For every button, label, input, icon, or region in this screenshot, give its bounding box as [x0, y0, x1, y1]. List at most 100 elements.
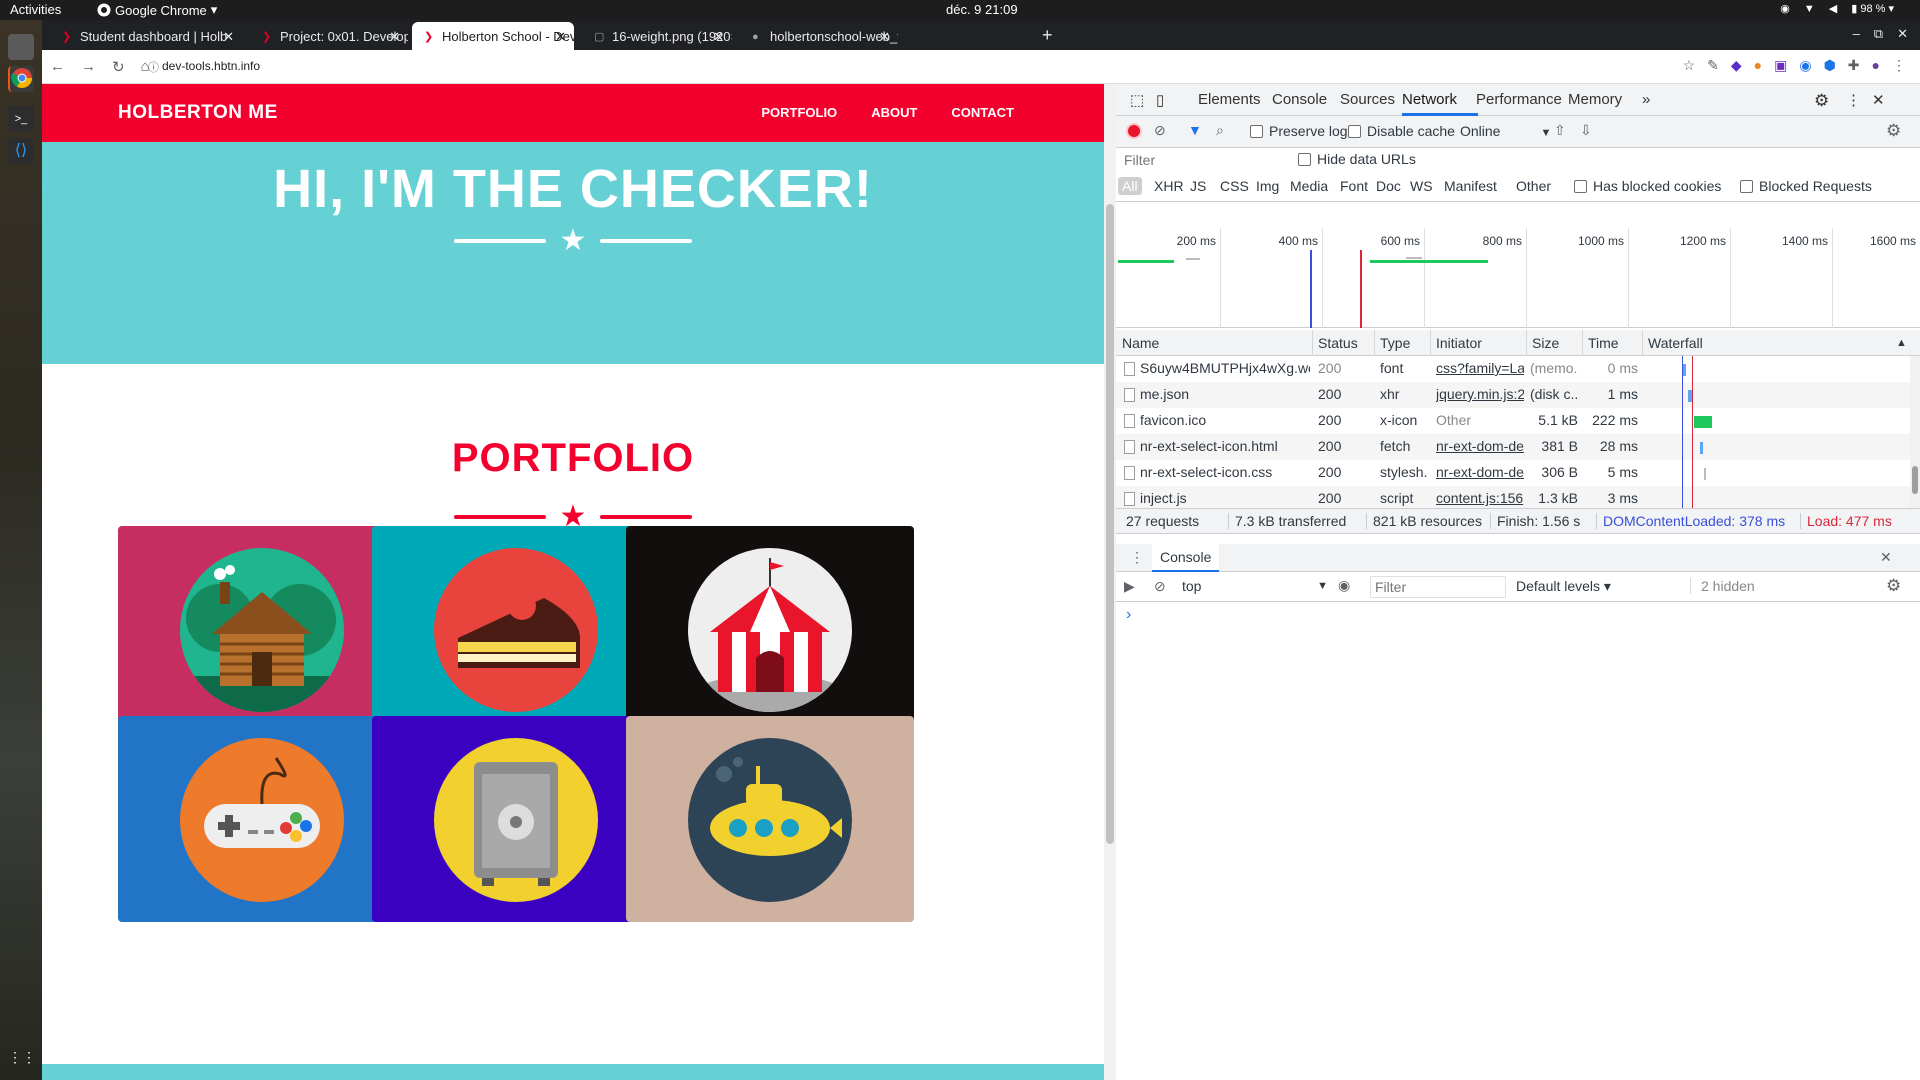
tab-elements[interactable]: Elements [1198, 91, 1261, 108]
close-drawer-icon[interactable]: ✕ [1880, 549, 1892, 566]
close-icon[interactable]: ✕ [879, 29, 890, 45]
close-window-icon[interactable]: ✕ [1897, 26, 1908, 42]
menu-contact[interactable]: CONTACT [951, 105, 1014, 120]
tab-network[interactable]: Network [1402, 91, 1457, 108]
tab-console[interactable]: Console [1272, 91, 1327, 108]
type-filter-other[interactable]: Other [1516, 178, 1551, 194]
tab-performance[interactable]: Performance [1476, 91, 1562, 108]
browser-tab[interactable]: ❯Project: 0x01. Developer t✕ [250, 22, 408, 50]
forward-icon[interactable]: → [81, 58, 96, 76]
close-icon[interactable]: ✕ [713, 29, 724, 45]
cell-initiator[interactable]: Other [1436, 412, 1524, 428]
device-toolbar-icon[interactable]: ▯ [1156, 91, 1164, 109]
sidebar-toggle-icon[interactable]: ▶ [1124, 578, 1135, 595]
tab-sources[interactable]: Sources [1340, 91, 1395, 108]
table-row[interactable]: S6uyw4BMUTPHjx4wXg.woff2 200 font css?famil… [1116, 356, 1910, 382]
drawer-menu-icon[interactable]: ⋮ [1130, 549, 1144, 566]
system-tray[interactable]: ◉ ▼ ◀ ▮ 98 % ▾ [1780, 2, 1894, 16]
column-header-size[interactable]: Size [1532, 335, 1559, 351]
app-menu[interactable]: Google Chrome ▾ [97, 2, 217, 18]
table-row[interactable]: nr-ext-select-icon.html 200 fetch nr-ext-do… [1116, 434, 1910, 460]
portfolio-card[interactable] [372, 526, 660, 732]
menu-about[interactable]: ABOUT [871, 105, 917, 120]
filter-icon[interactable]: ▼ [1188, 122, 1202, 138]
sort-ascending-icon[interactable]: ▲ [1896, 337, 1907, 349]
back-icon[interactable]: ← [50, 58, 65, 76]
column-header-time[interactable]: Time [1588, 335, 1619, 351]
chrome-dock-icon[interactable] [8, 66, 34, 92]
column-header-waterfall[interactable]: Waterfall [1648, 335, 1703, 351]
table-scrollbar[interactable] [1910, 356, 1920, 508]
vscode-icon[interactable]: ⟨⟩ [8, 138, 34, 164]
import-har-icon[interactable]: ⇧ [1554, 122, 1566, 139]
site-brand[interactable]: HOLBERTON ME [118, 102, 278, 124]
more-tabs-icon[interactable]: » [1642, 91, 1650, 108]
close-icon[interactable]: ✕ [1872, 91, 1885, 109]
extension-icon[interactable]: ▣ [1774, 57, 1787, 74]
column-header-initiator[interactable]: Initiator [1436, 335, 1482, 351]
type-filter-font[interactable]: Font [1340, 178, 1368, 194]
console-settings-icon[interactable]: ⚙ [1886, 576, 1901, 596]
blocked-requests-checkbox[interactable]: Blocked Requests [1740, 178, 1872, 194]
close-icon[interactable]: ✕ [223, 29, 234, 45]
info-icon[interactable]: ⓘ [148, 59, 159, 75]
has-blocked-cookies-checkbox[interactable]: Has blocked cookies [1574, 178, 1721, 194]
browser-tab[interactable]: ❯ Student dashboard | Holb ✕ [50, 22, 242, 50]
extension-icon[interactable]: ● [1754, 57, 1762, 74]
clear-console-icon[interactable]: ⊘ [1154, 578, 1166, 595]
eyedropper-icon[interactable]: ✎ [1707, 57, 1719, 74]
close-icon[interactable]: ✕ [555, 29, 566, 45]
type-filter-xhr[interactable]: XHR [1154, 178, 1184, 194]
menu-portfolio[interactable]: PORTFOLIO [761, 105, 837, 120]
column-header-name[interactable]: Name [1122, 335, 1159, 351]
export-har-icon[interactable]: ⇩ [1580, 122, 1592, 139]
restore-icon[interactable]: ⧉ [1874, 26, 1883, 42]
column-header-type[interactable]: Type [1380, 335, 1410, 351]
puzzle-icon[interactable]: ✚ [1848, 57, 1860, 74]
disable-cache-checkbox[interactable]: Disable cache [1348, 123, 1455, 139]
search-icon[interactable]: ⌕ [1216, 122, 1224, 139]
cell-initiator[interactable]: nr-ext-dom-det... [1436, 438, 1524, 454]
browser-tab-active[interactable]: ❯Holberton School - Develo✕ [412, 22, 574, 50]
avatar[interactable]: ● [1872, 57, 1880, 74]
type-filter-manifest[interactable]: Manifest [1444, 178, 1497, 194]
extension-icon[interactable]: ◆ [1731, 57, 1742, 74]
hide-data-urls-checkbox[interactable]: Hide data URLs [1298, 151, 1416, 167]
inspect-element-icon[interactable]: ⬚ [1130, 91, 1144, 109]
address-bar[interactable]: dev-tools.hbtn.info [162, 59, 260, 73]
browser-tab[interactable]: ●holbertonschool-web_fro✕ [740, 22, 898, 50]
network-overview-timeline[interactable]: 200 ms 400 ms 600 ms 800 ms 1000 ms 1200… [1116, 228, 1920, 328]
terminal-icon[interactable]: >_ [8, 106, 34, 132]
cell-initiator[interactable]: content.js:156 [1436, 490, 1524, 506]
settings-gear-icon[interactable]: ⚙ [1814, 91, 1829, 111]
minimize-icon[interactable]: – [1853, 26, 1860, 42]
files-icon[interactable] [8, 34, 34, 60]
type-filter-doc[interactable]: Doc [1376, 178, 1401, 194]
extension-icon[interactable]: ◉ [1799, 57, 1811, 74]
tab-memory[interactable]: Memory [1568, 91, 1622, 108]
log-levels-select[interactable]: Default levels ▾ [1516, 578, 1611, 595]
cell-initiator[interactable]: jquery.min.js:2 [1436, 386, 1524, 402]
kebab-menu-icon[interactable]: ⋮ [1846, 91, 1861, 109]
new-tab-button[interactable]: + [1042, 25, 1053, 46]
extension-icon[interactable]: ⬢ [1824, 57, 1836, 74]
drawer-tab-console[interactable]: Console [1152, 544, 1220, 572]
type-filter-css[interactable]: CSS [1220, 178, 1249, 194]
type-filter-img[interactable]: Img [1256, 178, 1279, 194]
console-prompt[interactable]: › [1126, 606, 1131, 624]
cell-initiator[interactable]: nr-ext-dom-det... [1436, 464, 1524, 480]
page-scrollbar[interactable] [1104, 84, 1116, 1080]
network-settings-icon[interactable]: ⚙ [1886, 121, 1901, 141]
portfolio-card[interactable] [118, 716, 406, 922]
column-header-status[interactable]: Status [1318, 335, 1358, 351]
portfolio-card[interactable] [372, 716, 660, 922]
table-row[interactable]: me.json 200 xhr jquery.min.js:2 (disk c... 1 … [1116, 382, 1910, 408]
filter-input[interactable] [1120, 150, 1284, 170]
type-filter-js[interactable]: JS [1190, 178, 1206, 194]
throttling-select[interactable]: Online ▼ [1460, 123, 1551, 139]
table-row[interactable]: favicon.ico 200 x-icon Other 5.1 kB 222 ms [1116, 408, 1910, 434]
close-icon[interactable]: ✕ [389, 29, 400, 45]
app-grid-icon[interactable]: ⋮⋮⋮ [8, 1044, 50, 1070]
preserve-log-checkbox[interactable]: Preserve log [1250, 123, 1348, 139]
record-icon[interactable] [1126, 123, 1142, 139]
